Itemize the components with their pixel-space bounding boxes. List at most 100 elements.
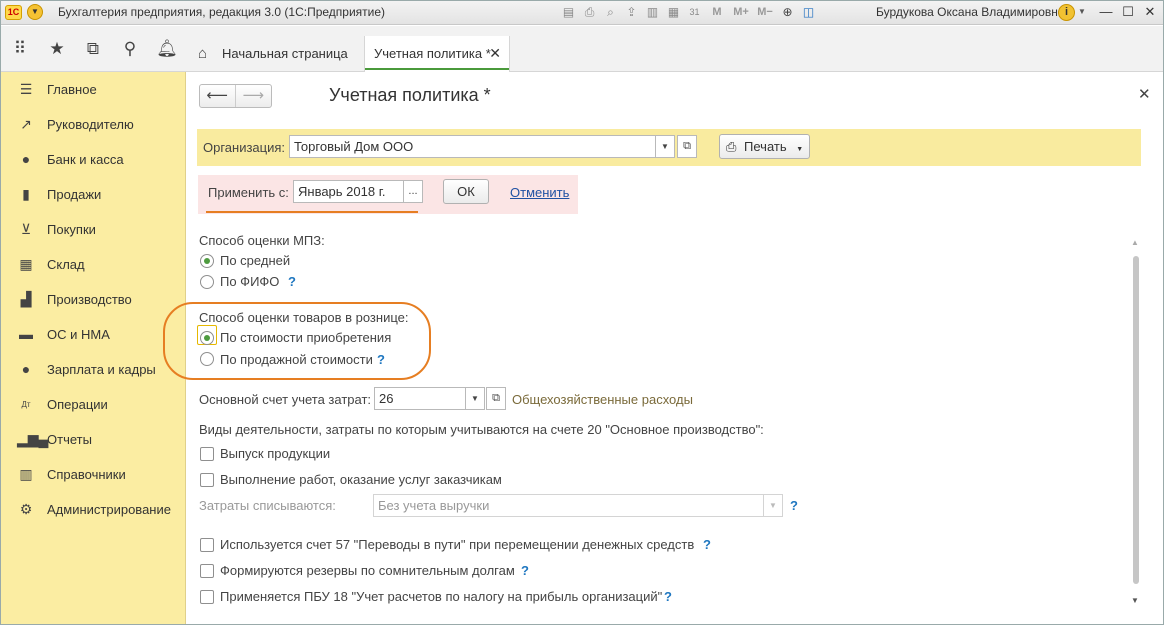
- sidebar-item-main[interactable]: ☰ Главное: [0, 72, 186, 107]
- favorites-star-icon[interactable]: ★: [46, 38, 68, 60]
- writeoff-dropdown[interactable]: ▼: [763, 494, 783, 517]
- history-icon[interactable]: ⧉: [82, 38, 104, 60]
- sidebar-item-label: Продажи: [47, 187, 102, 202]
- calendar-icon[interactable]: 31: [686, 4, 703, 21]
- help-icon[interactable]: ?: [521, 563, 529, 578]
- cost-account-dropdown[interactable]: ▼: [465, 387, 485, 410]
- retail-method-label: Способ оценки товаров в рознице:: [199, 310, 409, 325]
- calculator-icon[interactable]: ▦: [665, 4, 682, 21]
- tab-close-icon[interactable]: ✕: [489, 36, 501, 71]
- ok-button[interactable]: ОК: [443, 179, 489, 204]
- print-button-label: Печать: [744, 139, 787, 154]
- close-window-button[interactable]: ✕: [1140, 3, 1160, 21]
- help-icon[interactable]: ?: [790, 498, 798, 513]
- sidebar-item-purchases[interactable]: ⊻ Покупки: [0, 212, 186, 247]
- sidebar-item-admin[interactable]: ⚙ Администрирование: [0, 492, 186, 527]
- attach-icon[interactable]: ⇪: [623, 4, 640, 21]
- print-icon[interactable]: ⎙: [581, 4, 598, 21]
- sidebar-item-salary[interactable]: ● Зарплата и кадры: [0, 352, 186, 387]
- sidebar-item-sales[interactable]: ▮ Продажи: [0, 177, 186, 212]
- ruble-icon: ●: [21, 151, 31, 167]
- person-icon: ●: [21, 361, 31, 377]
- tab-accounting-policy[interactable]: Учетная политика * ✕: [364, 36, 510, 72]
- preview-icon[interactable]: ⌕: [602, 4, 619, 21]
- help-icon[interactable]: ?: [288, 274, 296, 289]
- sidebar-item-references[interactable]: ▥ Справочники: [0, 457, 186, 492]
- zoom-icon[interactable]: ⊕: [779, 4, 796, 21]
- sidebar-item-manager[interactable]: ↗ Руководителю: [0, 107, 186, 142]
- sidebar-item-production[interactable]: ▟ Производство: [0, 282, 186, 317]
- organization-dropdown[interactable]: ▼: [655, 135, 675, 158]
- sidebar-item-label: Главное: [47, 82, 97, 97]
- sidebar-item-label: Зарплата и кадры: [47, 362, 156, 377]
- organization-field[interactable]: Торговый Дом ООО: [289, 135, 675, 158]
- minimize-button[interactable]: —: [1096, 3, 1116, 21]
- mpz-option-fifo[interactable]: По ФИФО: [220, 274, 279, 289]
- apps-grid-icon[interactable]: ⠿: [9, 38, 31, 60]
- apply-from-label: Применить с:: [208, 185, 289, 200]
- memory-minus-button[interactable]: M−: [755, 4, 775, 21]
- link-icon[interactable]: ▥: [644, 4, 661, 21]
- close-icon[interactable]: ✕: [1138, 85, 1151, 103]
- bag-icon: ▮: [22, 186, 30, 202]
- forward-arrow-icon[interactable]: ⟶: [236, 85, 272, 107]
- retail-option-sale-price[interactable]: По продажной стоимости: [220, 352, 373, 367]
- main-menu-button[interactable]: ▼: [27, 4, 43, 20]
- help-icon[interactable]: ?: [664, 589, 672, 604]
- help-icon[interactable]: ?: [703, 537, 711, 552]
- flag-account-57[interactable]: Используется счет 57 "Переводы в пути" п…: [220, 537, 694, 552]
- checkbox-services[interactable]: [200, 473, 214, 487]
- sidebar-item-label: Справочники: [47, 467, 126, 482]
- checkbox-product-output[interactable]: [200, 447, 214, 461]
- save-icon[interactable]: ▤: [560, 4, 577, 21]
- sidebar-item-bank[interactable]: ● Банк и касса: [0, 142, 186, 177]
- back-arrow-icon[interactable]: ⟵: [200, 85, 236, 107]
- checkbox-pbu-18[interactable]: [200, 590, 214, 604]
- dt-kt-icon: Дт: [21, 400, 31, 409]
- sidebar-item-warehouse[interactable]: ▦ Склад: [0, 247, 186, 282]
- vertical-scrollbar[interactable]: ▲ ▼: [1131, 238, 1141, 610]
- memory-button[interactable]: M: [707, 4, 727, 21]
- radio-mpz-fifo[interactable]: [200, 275, 214, 289]
- bell-icon[interactable]: 🔔︎: [156, 38, 178, 60]
- search-icon[interactable]: ⚲: [119, 38, 141, 60]
- memory-plus-button[interactable]: M+: [731, 4, 751, 21]
- apply-date-select-button[interactable]: ...: [403, 180, 423, 203]
- printer-icon: ⎙: [726, 139, 737, 154]
- scroll-down-icon[interactable]: ▼: [1131, 596, 1139, 605]
- tab-home[interactable]: ⌂ Начальная страница: [190, 36, 360, 71]
- panel-icon[interactable]: ◫: [800, 4, 817, 21]
- apply-date-field[interactable]: Январь 2018 г.: [293, 180, 405, 203]
- cost-account-field[interactable]: 26: [374, 387, 468, 410]
- help-icon[interactable]: ?: [377, 352, 385, 367]
- trend-icon: ↗: [20, 116, 32, 132]
- chevron-down-icon[interactable]: ▼: [1078, 7, 1086, 16]
- scroll-thumb[interactable]: [1133, 256, 1139, 584]
- flag-doubtful-debts[interactable]: Формируются резервы по сомнительным долг…: [220, 563, 515, 578]
- checkbox-doubtful-debts[interactable]: [200, 564, 214, 578]
- writeoff-label: Затраты списываются:: [199, 498, 336, 513]
- activity-product-output[interactable]: Выпуск продукции: [220, 446, 330, 461]
- cost-account-open-button[interactable]: ⧉: [486, 387, 506, 410]
- current-user[interactable]: Бурдукова Оксана Владимировна: [876, 5, 1065, 19]
- radio-retail-purchase-cost[interactable]: [200, 331, 214, 345]
- sidebar-item-operations[interactable]: Дт Операции: [0, 387, 186, 422]
- cancel-link[interactable]: Отменить: [510, 185, 569, 200]
- top-toolbar: ⠿ ★ ⧉ ⚲ 🔔︎: [0, 26, 1164, 72]
- cart-icon: ⊻: [20, 221, 32, 237]
- activity-services[interactable]: Выполнение работ, оказание услуг заказчи…: [220, 472, 502, 487]
- info-icon[interactable]: i: [1058, 4, 1075, 21]
- flag-pbu-18[interactable]: Применяется ПБУ 18 "Учет расчетов по нал…: [220, 589, 662, 604]
- print-button[interactable]: ⎙ Печать ▼: [719, 134, 810, 159]
- scroll-up-icon[interactable]: ▲: [1131, 238, 1139, 247]
- organization-open-button[interactable]: ⧉: [677, 135, 697, 158]
- radio-mpz-average[interactable]: [200, 254, 214, 268]
- maximize-button[interactable]: ☐: [1118, 3, 1138, 21]
- writeoff-field[interactable]: Без учета выручки: [373, 494, 765, 517]
- radio-retail-sale-price[interactable]: [200, 352, 214, 366]
- checkbox-account-57[interactable]: [200, 538, 214, 552]
- retail-option-purchase-cost[interactable]: По стоимости приобретения: [220, 330, 391, 345]
- mpz-option-average[interactable]: По средней: [220, 253, 290, 268]
- sidebar-item-reports[interactable]: ▂▆▄ Отчеты: [0, 422, 186, 457]
- sidebar-item-assets[interactable]: ▬ ОС и НМА: [0, 317, 186, 352]
